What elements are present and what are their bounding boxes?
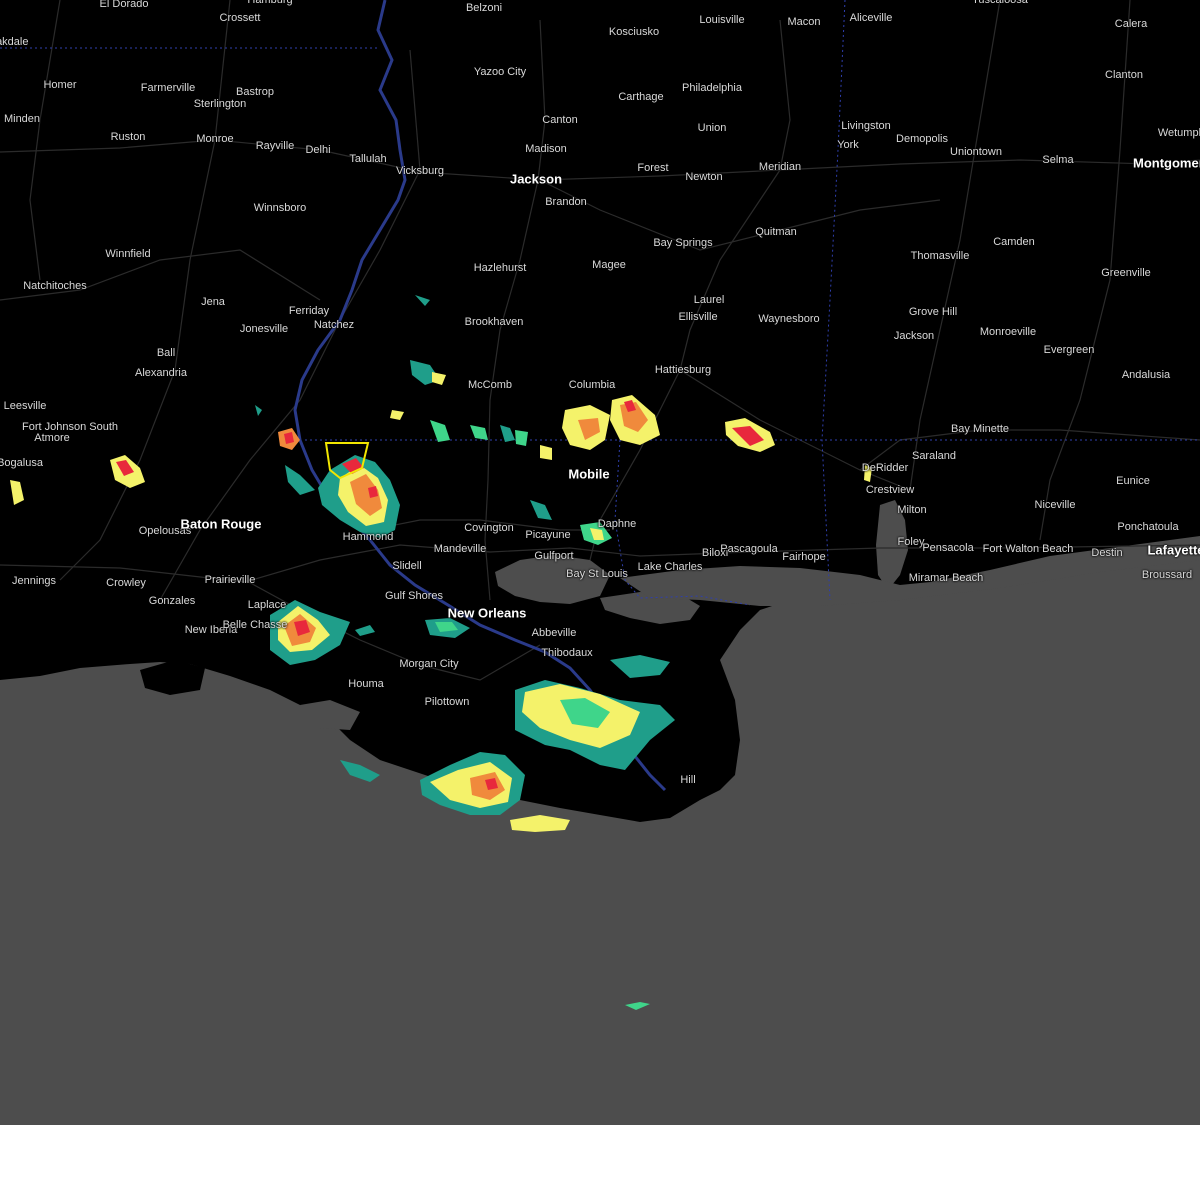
lake-pontchartrain: [495, 555, 610, 604]
radar-map[interactable]: El Dorado Crossett Hamburg Belzoni Kosciusko…: [0, 0, 1200, 1125]
mobile-bay: [876, 500, 908, 590]
map-canvas[interactable]: [0, 0, 1200, 1125]
state-borders: [0, 0, 1200, 606]
gulf-water: [0, 538, 1200, 1125]
bottom-white-strip: [0, 1125, 1200, 1200]
radar-cell-deridder: [10, 480, 24, 505]
